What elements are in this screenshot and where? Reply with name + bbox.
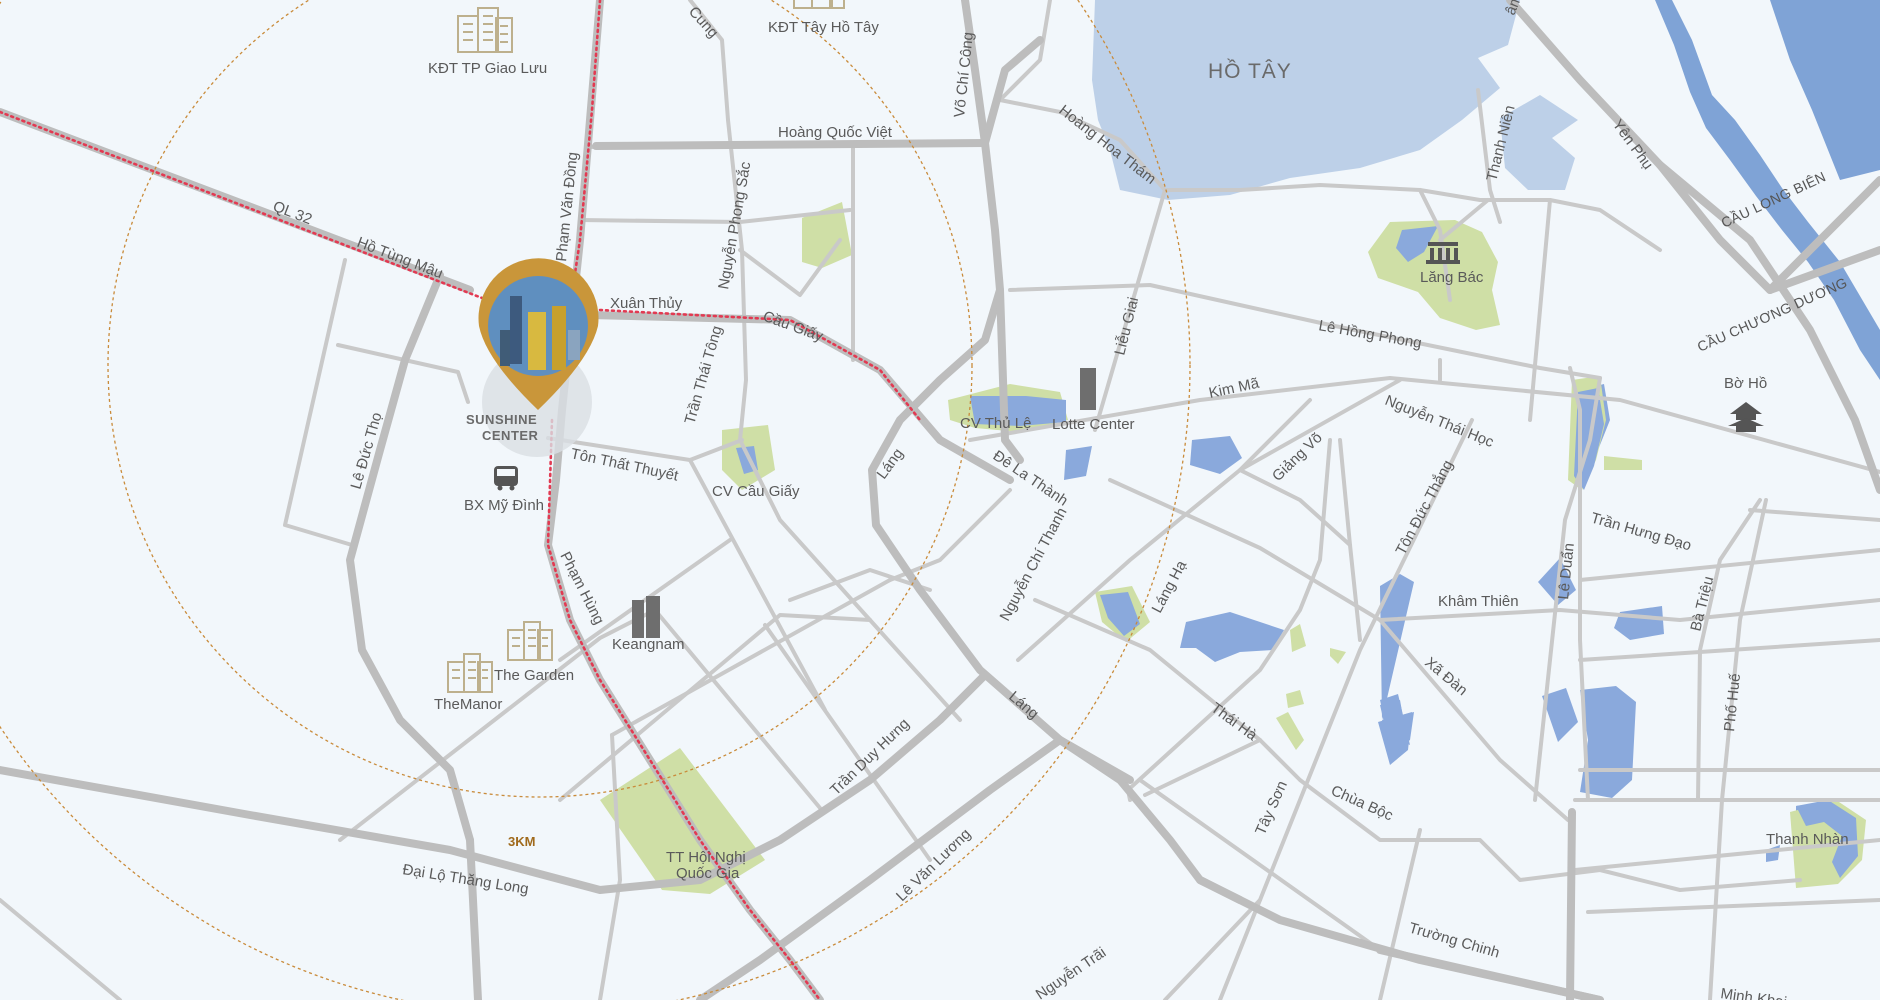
street-label: Tây Sơn	[1252, 778, 1291, 837]
landmark-label: KĐT TP Giao Lưu	[428, 60, 547, 77]
landmark-label: Quốc Gia	[676, 865, 740, 882]
pond-4	[1190, 436, 1242, 474]
landmark-label: CV Thủ Lệ	[960, 415, 1031, 432]
pagoda-icon	[1728, 402, 1764, 432]
landmark-label: Lotte Center	[1052, 416, 1135, 433]
pond-9	[1614, 606, 1664, 640]
park-small-3	[1286, 690, 1304, 708]
street-label: Xuân Thủy	[610, 295, 683, 312]
park-small-2	[1330, 648, 1346, 664]
project-label: CENTER	[482, 428, 539, 443]
street-label: Lê Hồng Phong	[1317, 317, 1423, 352]
street-label: Hoàng Quốc Việt	[778, 124, 893, 141]
landmark-label: TheManor	[434, 696, 502, 713]
street-label: Tôn Đức Thắng	[1393, 457, 1457, 558]
landmark-label: The Garden	[494, 667, 574, 684]
west-lake	[1092, 0, 1520, 200]
street-label: Chùa Bộc	[1328, 782, 1396, 825]
street-label: Lê Duẩn	[1555, 542, 1578, 600]
radius-circles	[0, 0, 1191, 1000]
radius-outer-circle	[0, 0, 1191, 1000]
park-bo-ho-strip	[1604, 456, 1642, 470]
street-label: Nguyễn Trãi	[1033, 944, 1110, 1000]
landmark-label: Lăng Bác	[1420, 269, 1484, 286]
project-label: SUNSHINE	[466, 412, 537, 427]
labels-layer: HỒ TÂY CẦU LONG BIÊN CẦU CHƯƠNG DƯƠNG KĐ…	[271, 0, 1850, 1000]
building-icon	[507, 621, 553, 661]
metro-line-east	[598, 308, 922, 422]
street-label: Phố Huế	[1721, 672, 1744, 732]
tower-icon	[1080, 368, 1096, 410]
landmark-label: CV Cầu Giấy	[712, 483, 800, 500]
street-label: Nguyễn Chí Thanh	[997, 505, 1071, 624]
map-canvas[interactable]: HỒ TÂY CẦU LONG BIÊN CẦU CHƯƠNG DƯƠNG KĐ…	[0, 0, 1880, 1000]
landmark-label: BX Mỹ Đình	[464, 497, 544, 514]
map-svg: HỒ TÂY CẦU LONG BIÊN CẦU CHƯƠNG DƯƠNG KĐ…	[0, 0, 1880, 1000]
tower-icon	[632, 596, 660, 638]
street-label: Trần Hưng Đạo	[1589, 510, 1693, 555]
landmark-label: Bờ Hồ	[1724, 375, 1767, 392]
street-label: Nguyễn Phong Sắc	[715, 160, 754, 291]
building-icon	[793, 0, 845, 9]
park-small-1	[1290, 624, 1306, 652]
street-label: Hồ Tùng Mậu	[355, 234, 446, 282]
street-label: Khâm Thiên	[1438, 593, 1519, 610]
lake-label: HỒ TÂY	[1208, 59, 1292, 83]
landmark-label: Thanh Nhàn	[1766, 831, 1849, 848]
street-label: Bà Triệu	[1687, 575, 1717, 633]
street-label: Nguyễn Thái Học	[1383, 392, 1497, 451]
street-label: Trần Thái Tông	[682, 324, 726, 426]
street-label: Lê Văn Lương	[893, 826, 974, 905]
street-label: Yên Phụ	[1609, 116, 1657, 173]
building-icon	[457, 7, 513, 53]
street-label: Liễu Giai	[1111, 295, 1142, 357]
metro-line-south	[546, 418, 822, 1000]
street-label: Láng Hạ	[1149, 557, 1191, 616]
landmark-label: KĐT Tây Hồ Tây	[768, 19, 879, 36]
landmark-label: TT Hội Nghị	[666, 849, 746, 866]
building-icon	[447, 653, 493, 693]
street-label: Cầu Giấy	[761, 308, 826, 346]
street-label: Minh Khai	[1719, 985, 1787, 1000]
red-river	[1770, 0, 1880, 180]
park-small-4	[1276, 712, 1304, 750]
radius-label: 3KM	[508, 834, 535, 849]
street-label: Thái Hà	[1208, 699, 1261, 744]
pond-3	[1064, 446, 1092, 480]
landmark-label: Keangnam	[612, 636, 685, 653]
bus-icon	[494, 466, 518, 491]
